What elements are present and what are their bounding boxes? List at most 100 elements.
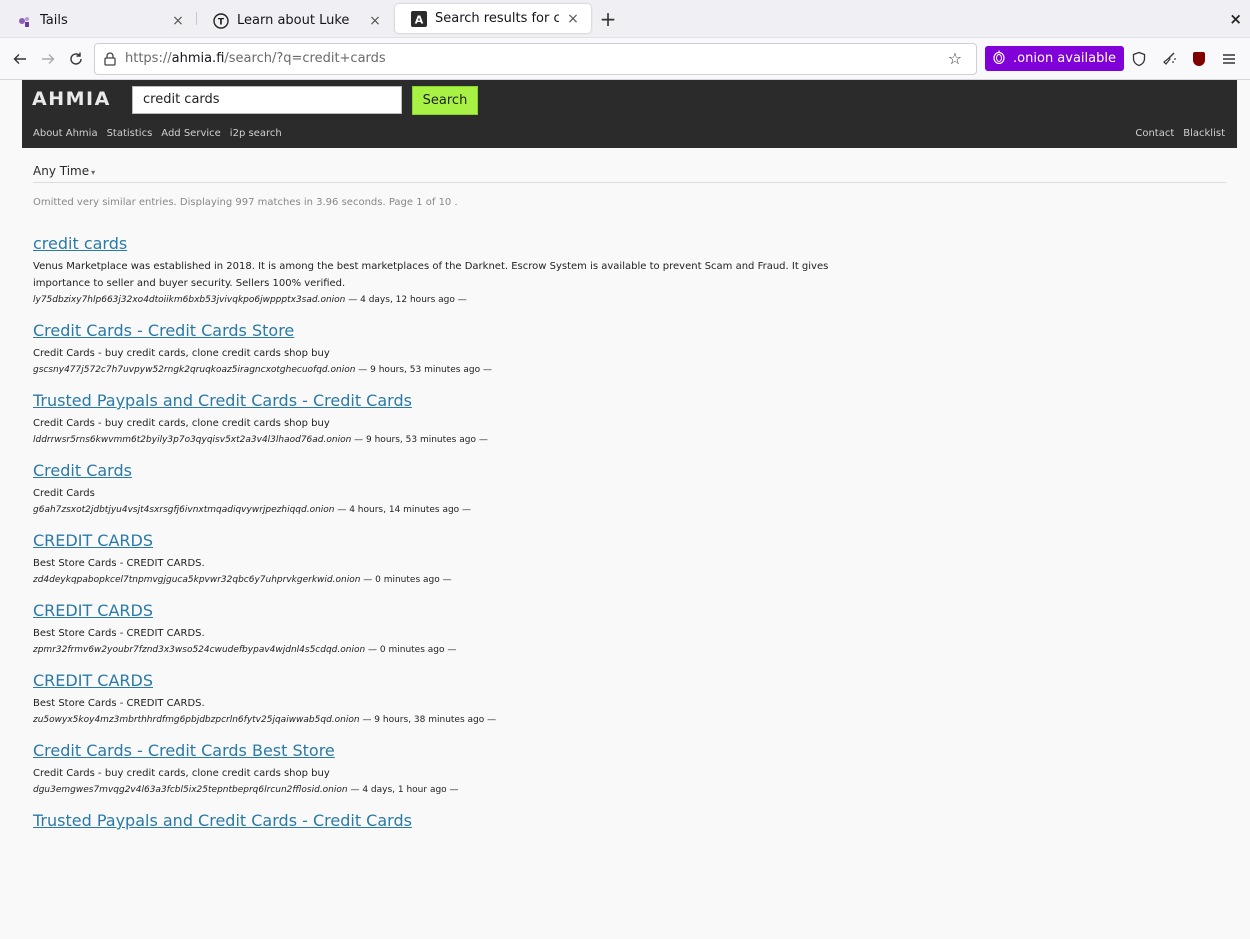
nav-add-service[interactable]: Add Service [161, 128, 221, 139]
tab-label: Tails [40, 13, 68, 28]
window-close-icon[interactable]: × [1229, 10, 1242, 28]
new-identity-broom-icon[interactable] [1154, 51, 1184, 67]
url-text[interactable]: https://ahmia.fi/search/?q=credit+cards [125, 51, 948, 66]
result-item: CREDIT CARDS Best Store Cards - CREDIT C… [33, 531, 1226, 587]
lock-icon[interactable] [101, 51, 119, 66]
result-item: credit cards Venus Marketplace was estab… [33, 234, 1226, 307]
result-age: — 0 minutes ago — [365, 645, 457, 655]
result-meta: g6ah7zsxot2jdbtjyu4vsjt4sxrsgfj6ivnxtmqa… [33, 503, 1226, 517]
search-results-area: Any Time ▾ Omitted very similar entries. … [22, 164, 1237, 831]
result-age: — 4 days, 1 hour ago — [347, 785, 459, 795]
nav-contact[interactable]: Contact [1135, 128, 1174, 139]
tails-icon [16, 13, 32, 29]
nav-i2p-search[interactable]: i2p search [230, 128, 282, 139]
result-meta: zd4deykqpabopkcel7tnpmvgjguca5kpvwr32qbc… [33, 573, 1226, 587]
new-tab-button[interactable]: + [593, 0, 623, 37]
url-path: /search/?q=credit+cards [224, 51, 386, 66]
onion-available-button[interactable]: .onion available [985, 46, 1124, 71]
result-description: Best Store Cards - CREDIT CARDS. [33, 698, 205, 709]
result-meta: lddrrwsr5rns6kwvmm6t2byily3p7o3qyqisv5xt… [33, 433, 1226, 447]
close-tab-icon[interactable]: × [565, 11, 581, 27]
result-title-link[interactable]: CREDIT CARDS [33, 531, 153, 551]
result-onion-address: g6ah7zsxot2jdbtjyu4vsjt4sxrsgfj6ivnxtmqa… [33, 505, 335, 515]
caret-down-icon: ▾ [91, 168, 96, 177]
result-item: CREDIT CARDS Best Store Cards - CREDIT C… [33, 671, 1226, 727]
nav-statistics[interactable]: Statistics [107, 128, 153, 139]
result-age: — 9 hours, 53 minutes ago — [351, 435, 488, 445]
result-onion-address: dgu3emgwes7mvqg2v4l63a3fcbl5ix25tepntbep… [33, 785, 348, 795]
svg-text:T: T [218, 17, 225, 27]
results-summary: Omitted very similar entries. Displaying… [33, 197, 458, 208]
ahmia-favicon-icon: A [411, 10, 427, 27]
result-title-link[interactable]: Trusted Paypals and Credit Cards - Credi… [33, 811, 412, 831]
forward-icon[interactable] [34, 45, 62, 73]
result-description: Venus Marketplace was established in 201… [33, 261, 829, 289]
tab-tails[interactable]: Tails × [0, 4, 196, 37]
time-filter-label: Any Time [33, 164, 90, 178]
result-age: — 4 days, 12 hours ago — [345, 295, 467, 305]
tab-search-results[interactable]: A Search results for credit ca × [395, 4, 591, 33]
result-item: Trusted Paypals and Credit Cards - Credi… [33, 391, 1226, 447]
ahmia-header: AHMIA credit cards Search About Ahmia St… [22, 80, 1237, 148]
result-description: Credit Cards [33, 488, 95, 499]
result-meta: zpmr32frmv6w2youbr7fznd3x3wso524cwudefby… [33, 643, 1226, 657]
results-list: credit cards Venus Marketplace was estab… [33, 234, 1226, 831]
result-title-link[interactable]: Trusted Paypals and Credit Cards - Credi… [33, 391, 412, 411]
result-meta: dgu3emgwes7mvqg2v4l63a3fcbl5ix25tepntbep… [33, 783, 1226, 797]
result-meta: zu5owyx5koy4mz3mbrthhrdfmg6pbjdbzpcrln6f… [33, 713, 1226, 727]
result-description: Credit Cards - buy credit cards, clone c… [33, 768, 330, 779]
reload-icon[interactable] [62, 45, 90, 73]
hamburger-menu-icon[interactable] [1214, 53, 1244, 65]
shield-icon[interactable] [1124, 51, 1154, 67]
result-onion-address: zu5owyx5koy4mz3mbrthhrdfmg6pbjdbzpcrln6f… [33, 715, 360, 725]
result-onion-address: ly75dbzixy7hlp663j32xo4dtoiikm6bxb53jviv… [33, 295, 346, 305]
result-onion-address: zd4deykqpabopkcel7tnpmvgjguca5kpvwr32qbc… [33, 575, 361, 585]
url-bar[interactable]: https://ahmia.fi/search/?q=credit+cards … [94, 42, 978, 75]
header-nav-right: Contact Blacklist [1135, 128, 1225, 139]
url-prefix: https:// [125, 51, 172, 66]
result-title-link[interactable]: Credit Cards - Credit Cards Store [33, 321, 294, 341]
result-age: — 4 hours, 14 minutes ago — [334, 505, 472, 515]
result-item: CREDIT CARDS Best Store Cards - CREDIT C… [33, 601, 1226, 657]
tab-learn-about-luke[interactable]: T Learn about Luke × [197, 4, 393, 37]
result-title-link[interactable]: credit cards [33, 234, 127, 254]
result-onion-address: lddrrwsr5rns6kwvmm6t2byily3p7o3qyqisv5xt… [33, 435, 352, 445]
ahmia-logo[interactable]: AHMIA [32, 88, 111, 110]
result-item: Trusted Paypals and Credit Cards - Credi… [33, 811, 1226, 831]
result-title-link[interactable]: Credit Cards - Credit Cards Best Store [33, 741, 335, 761]
result-title-link[interactable]: CREDIT CARDS [33, 671, 153, 691]
search-input[interactable]: credit cards [132, 86, 402, 114]
bookmark-star-icon[interactable]: ☆ [948, 49, 962, 68]
result-description: Credit Cards - buy credit cards, clone c… [33, 348, 330, 359]
onion-available-label: .onion available [1013, 51, 1116, 66]
result-age: — 9 hours, 38 minutes ago — [359, 715, 497, 725]
result-age: — 9 hours, 53 minutes ago — [355, 365, 492, 375]
close-tab-icon[interactable]: × [170, 13, 186, 29]
result-onion-address: zpmr32frmv6w2youbr7fznd3x3wso524cwudefby… [33, 645, 366, 655]
result-meta: gscsny477j572c7h7uvpyw52rngk2qruqkoaz5ir… [33, 363, 1226, 377]
search-button[interactable]: Search [412, 86, 478, 115]
back-icon[interactable] [6, 45, 34, 73]
nav-about-ahmia[interactable]: About Ahmia [33, 128, 98, 139]
tab-bar: Tails × T Learn about Luke × A Search re… [0, 0, 1250, 38]
result-age: — 0 minutes ago — [360, 575, 452, 585]
close-tab-icon[interactable]: × [367, 13, 383, 29]
ublock-origin-icon[interactable] [1184, 51, 1214, 66]
svg-text:A: A [415, 13, 424, 26]
time-filter-dropdown[interactable]: Any Time ▾ [33, 164, 1226, 183]
onion-icon [993, 50, 1005, 67]
result-item: Credit Cards - Credit Cards Best Store C… [33, 741, 1226, 797]
nav-blacklist[interactable]: Blacklist [1183, 128, 1225, 139]
result-item: Credit Cards Credit Cards g6ah7zsxot2jdb… [33, 461, 1226, 517]
result-meta: ly75dbzixy7hlp663j32xo4dtoiikm6bxb53jviv… [33, 293, 1226, 307]
header-nav-left: About Ahmia Statistics Add Service i2p s… [33, 128, 282, 139]
result-onion-address: gscsny477j572c7h7uvpyw52rngk2qruqkoaz5ir… [33, 365, 356, 375]
page-content: AHMIA credit cards Search About Ahmia St… [22, 80, 1237, 939]
result-title-link[interactable]: CREDIT CARDS [33, 601, 153, 621]
navigation-toolbar: https://ahmia.fi/search/?q=credit+cards … [0, 38, 1250, 80]
result-title-link[interactable]: Credit Cards [33, 461, 132, 481]
t-logo-icon: T [213, 12, 229, 29]
result-description: Best Store Cards - CREDIT CARDS. [33, 558, 205, 569]
tab-label: Search results for credit ca [435, 11, 559, 26]
result-description: Credit Cards - buy credit cards, clone c… [33, 418, 330, 429]
